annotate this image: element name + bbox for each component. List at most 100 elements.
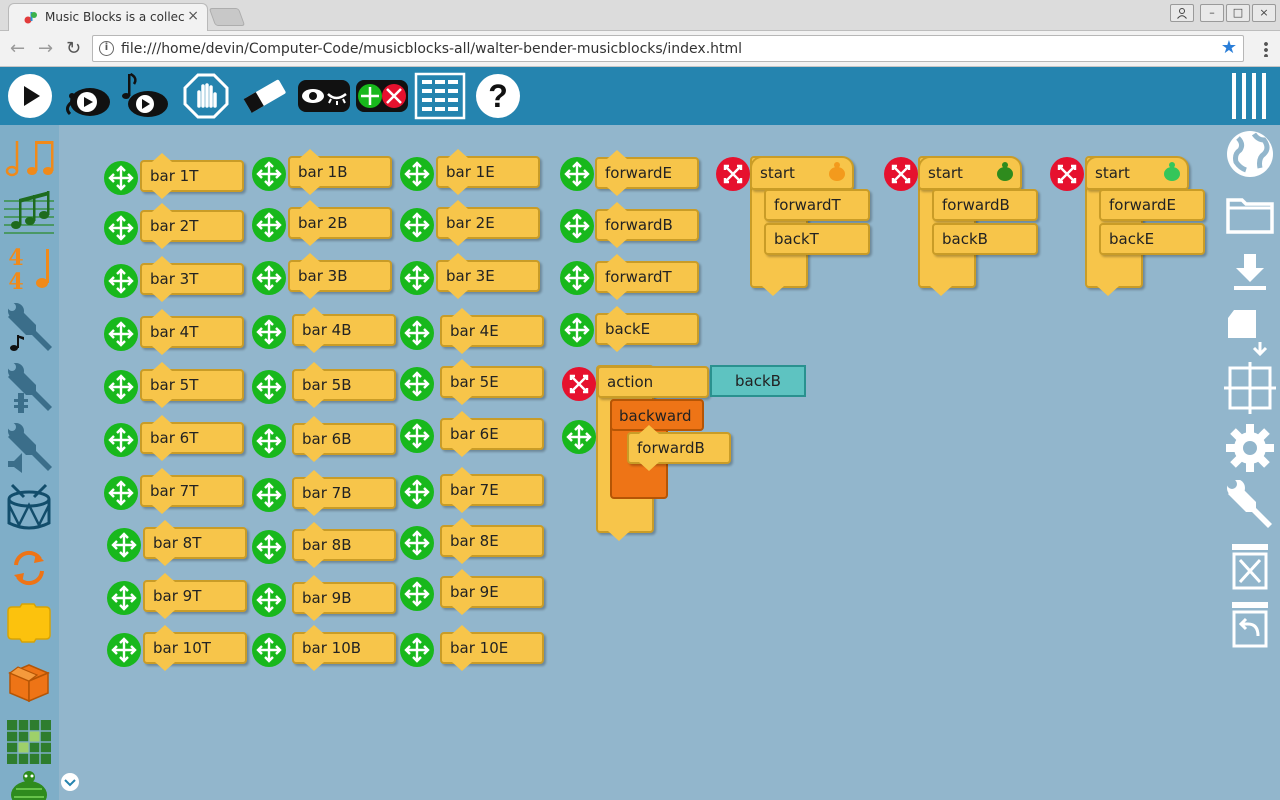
widgets-icon[interactable] xyxy=(4,717,54,767)
tab-close-icon[interactable]: × xyxy=(187,8,199,24)
bar-block[interactable]: bar 9B xyxy=(292,575,396,621)
drag-handle[interactable] xyxy=(107,581,141,615)
back-icon[interactable]: ← xyxy=(10,38,25,59)
bar-block[interactable]: bar 5T xyxy=(140,362,244,408)
meter-icon[interactable]: 4 4 xyxy=(4,243,54,293)
minimize-button[interactable]: – xyxy=(1200,4,1224,22)
stop-icon[interactable] xyxy=(182,72,230,120)
bar-block[interactable]: bar 3T xyxy=(140,256,244,302)
drag-handle[interactable] xyxy=(560,157,594,191)
bar-block[interactable]: bar 10B xyxy=(292,625,396,671)
home-icon[interactable] xyxy=(1224,362,1276,414)
pitch-icon[interactable] xyxy=(4,187,54,237)
action-name-arg[interactable]: backB xyxy=(710,365,806,397)
bar-block[interactable]: bar 5B xyxy=(292,362,396,408)
language-icon[interactable] xyxy=(1224,128,1276,180)
movement-block[interactable]: backE xyxy=(595,306,699,352)
movement-block[interactable]: forwardT xyxy=(764,189,870,221)
restore-trash-icon[interactable] xyxy=(1224,598,1276,650)
bar-block[interactable]: bar 3E xyxy=(436,253,540,299)
drag-handle[interactable] xyxy=(400,577,434,611)
bar-block[interactable]: bar 3B xyxy=(288,253,392,299)
bar-block[interactable]: bar 8T xyxy=(143,520,247,566)
drag-handle[interactable] xyxy=(104,161,138,195)
bar-block[interactable]: bar 7E xyxy=(440,467,544,513)
bar-block[interactable]: bar 1E xyxy=(436,149,540,195)
drag-handle[interactable] xyxy=(104,476,138,510)
drag-handle[interactable] xyxy=(252,315,286,349)
new-tab-button[interactable] xyxy=(208,8,246,26)
drag-handle[interactable] xyxy=(252,633,286,667)
collapse-blocks-icon[interactable] xyxy=(354,72,410,120)
drum-icon[interactable] xyxy=(4,483,54,533)
bar-block[interactable]: bar 10T xyxy=(143,625,247,671)
movement-block[interactable]: forwardE xyxy=(1099,189,1205,221)
browser-menu-icon[interactable] xyxy=(1264,41,1268,57)
reload-icon[interactable]: ↻ xyxy=(66,38,81,59)
drag-handle[interactable] xyxy=(252,370,286,404)
ornament-icon[interactable] xyxy=(4,363,54,413)
drag-handle[interactable] xyxy=(252,424,286,458)
clear-icon[interactable] xyxy=(240,72,290,120)
bar-block[interactable]: bar 4T xyxy=(140,309,244,355)
bookmark-star-icon[interactable]: ★ xyxy=(1221,37,1237,58)
drag-handle[interactable] xyxy=(104,317,138,351)
play-icon[interactable] xyxy=(6,72,54,120)
grid-icon[interactable] xyxy=(414,72,466,120)
drag-handle[interactable] xyxy=(104,370,138,404)
drag-handle[interactable] xyxy=(400,157,434,191)
maximize-button[interactable]: □ xyxy=(1226,4,1250,22)
drag-handle[interactable] xyxy=(400,367,434,401)
collapse-handle[interactable] xyxy=(562,367,596,401)
drag-handle[interactable] xyxy=(252,157,286,191)
bar-block[interactable]: bar 2B xyxy=(288,200,392,246)
bar-block[interactable]: bar 1B xyxy=(288,149,392,195)
movement-block[interactable]: forwardB xyxy=(627,425,731,471)
movement-block[interactable]: forwardB xyxy=(595,202,699,248)
drag-handle[interactable] xyxy=(252,261,286,295)
forward-icon[interactable]: → xyxy=(38,38,53,59)
bar-block[interactable]: bar 4B xyxy=(292,307,396,353)
scroll-down-icon[interactable] xyxy=(60,772,80,792)
movement-block[interactable]: forwardE xyxy=(595,150,699,196)
bar-block[interactable]: bar 8E xyxy=(440,518,544,564)
open-folder-icon[interactable] xyxy=(1224,188,1276,240)
drag-handle[interactable] xyxy=(400,475,434,509)
drag-handle[interactable] xyxy=(562,420,596,454)
turtle-icon[interactable] xyxy=(4,769,54,800)
bar-block[interactable]: bar 6B xyxy=(292,416,396,462)
tools-icon[interactable] xyxy=(1224,480,1276,532)
drag-handle[interactable] xyxy=(400,526,434,560)
drag-handle[interactable] xyxy=(104,211,138,245)
bar-block[interactable]: bar 1T xyxy=(140,153,244,199)
address-bar[interactable]: i file:///home/devin/Computer-Code/music… xyxy=(92,35,1244,62)
bar-block[interactable]: bar 5E xyxy=(440,359,544,405)
bar-block[interactable]: bar 2T xyxy=(140,203,244,249)
help-icon[interactable]: ? xyxy=(474,72,522,120)
bar-block[interactable]: bar 4E xyxy=(440,308,544,354)
drag-handle[interactable] xyxy=(107,528,141,562)
run-music-slowly-icon[interactable] xyxy=(118,72,172,120)
drag-handle[interactable] xyxy=(252,530,286,564)
boxes-icon[interactable] xyxy=(4,657,54,707)
volume-icon[interactable] xyxy=(4,423,54,473)
bar-block[interactable]: bar 9E xyxy=(440,569,544,615)
collapse-handle[interactable] xyxy=(1050,157,1084,191)
flow-icon[interactable] xyxy=(4,543,54,593)
hide-blocks-icon[interactable] xyxy=(296,72,352,120)
drag-handle[interactable] xyxy=(560,313,594,347)
drag-handle[interactable] xyxy=(252,208,286,242)
save-icon[interactable] xyxy=(1224,248,1276,300)
run-slowly-icon[interactable] xyxy=(62,72,114,120)
collapse-handle[interactable] xyxy=(716,157,750,191)
movement-block[interactable]: forwardT xyxy=(595,254,699,300)
toggle-menu-icon[interactable] xyxy=(1228,71,1272,121)
bar-block[interactable]: bar 9T xyxy=(143,573,247,619)
tone-icon[interactable] xyxy=(4,303,54,353)
movement-block[interactable]: forwardB xyxy=(932,189,1038,221)
collapse-handle[interactable] xyxy=(884,157,918,191)
empty-trash-icon[interactable] xyxy=(1224,540,1276,592)
bar-block[interactable]: bar 7B xyxy=(292,470,396,516)
action-label[interactable]: action xyxy=(597,366,709,398)
drag-handle[interactable] xyxy=(104,264,138,298)
